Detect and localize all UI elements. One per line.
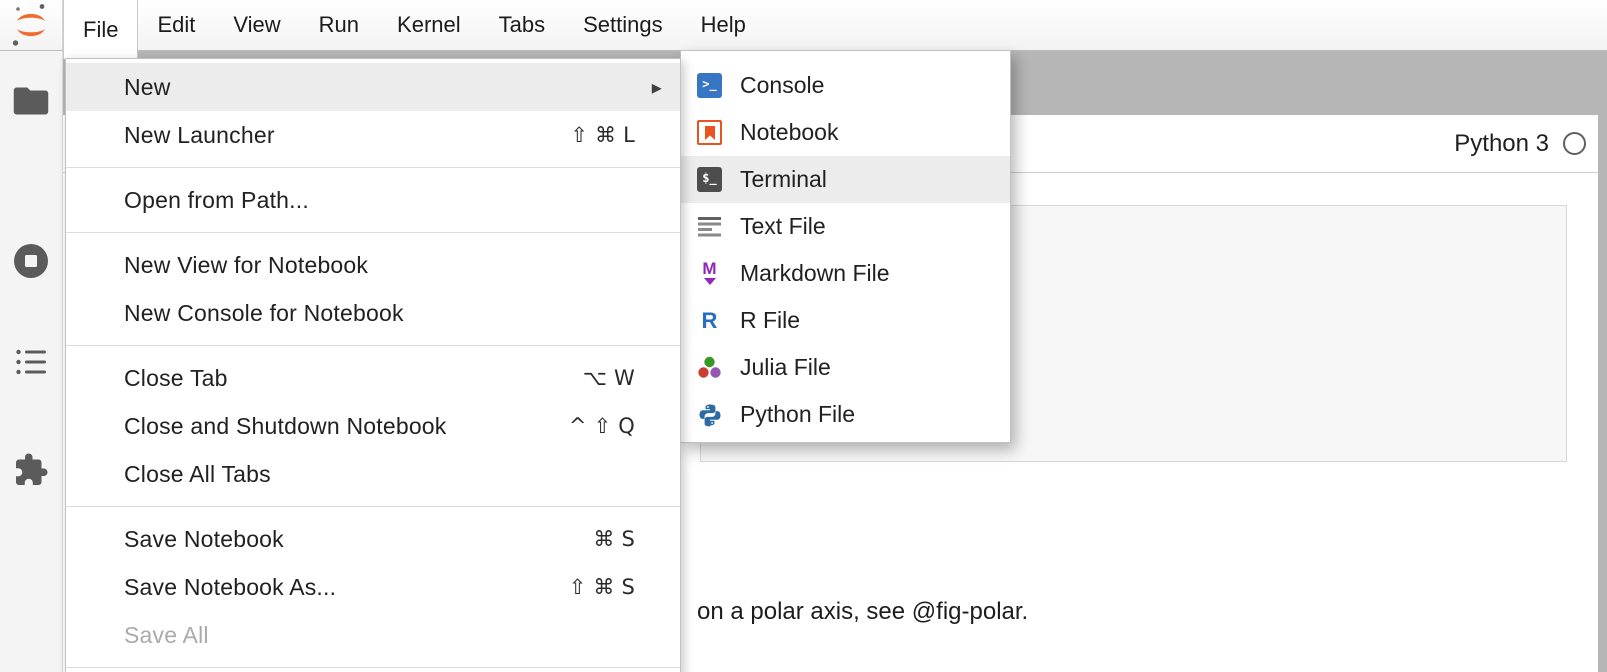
running-sessions-icon[interactable] <box>10 240 52 287</box>
menu-item-new-launcher[interactable]: New Launcher ⇧ ⌘ L <box>66 111 680 159</box>
menu-separator <box>66 345 680 346</box>
menu-item-open-from-path[interactable]: Open from Path... <box>66 176 680 224</box>
notebook-markdown-text: on a polar axis, see @fig-polar. <box>697 598 1028 626</box>
menu-settings[interactable]: Settings <box>564 0 682 50</box>
submenu-item-notebook[interactable]: Notebook <box>681 109 1010 156</box>
submenu-item-terminal[interactable]: $_ Terminal <box>681 156 1010 203</box>
shortcut-label: ⌥ W <box>583 366 635 390</box>
menu-item-close-tab[interactable]: Close Tab ⌥ W <box>66 354 680 402</box>
menu-item-close-all-tabs[interactable]: Close All Tabs <box>66 450 680 498</box>
shortcut-label: ^ ⇧ Q <box>569 414 635 438</box>
menu-item-save-notebook-as[interactable]: Save Notebook As... ⇧ ⌘ S <box>66 563 680 611</box>
menu-tabs[interactable]: Tabs <box>480 0 564 50</box>
table-of-contents-icon[interactable] <box>15 348 47 381</box>
menu-item-save-all: Save All <box>66 611 680 659</box>
menu-edit[interactable]: Edit <box>138 0 214 50</box>
menu-run[interactable]: Run <box>300 0 378 50</box>
markdown-icon: M <box>697 261 722 286</box>
jupyter-logo <box>0 0 63 50</box>
new-submenu: >_ Console Notebook $_ Terminal Text Fil… <box>680 50 1011 443</box>
menu-item-close-and-shutdown-notebook[interactable]: Close and Shutdown Notebook ^ ⇧ Q <box>66 402 680 450</box>
python-file-icon <box>697 402 722 427</box>
shortcut-label: ⇧ ⌘ S <box>569 575 635 599</box>
text-file-icon <box>697 214 722 239</box>
menu-separator <box>66 506 680 507</box>
kernel-status-icon[interactable] <box>1563 132 1586 155</box>
r-file-icon: R <box>697 308 722 333</box>
submenu-item-console[interactable]: >_ Console <box>681 62 1010 109</box>
menu-bar: File Edit View Run Kernel Tabs Settings … <box>0 0 1607 51</box>
menu-view[interactable]: View <box>214 0 299 50</box>
menu-separator <box>66 667 680 668</box>
menu-help[interactable]: Help <box>682 0 765 50</box>
submenu-arrow-icon: ▸ <box>652 75 662 99</box>
menu-separator <box>66 167 680 168</box>
menu-file[interactable]: File <box>63 0 138 59</box>
submenu-item-text-file[interactable]: Text File <box>681 203 1010 250</box>
activity-sidebar <box>0 50 63 672</box>
jupyterlab-window: Python 3 on a polar axis, see @fig-polar… <box>0 0 1607 672</box>
submenu-item-r-file[interactable]: R R File <box>681 297 1010 344</box>
submenu-item-julia-file[interactable]: Julia File <box>681 344 1010 391</box>
julia-file-icon <box>697 355 722 380</box>
terminal-icon: $_ <box>697 167 722 192</box>
shortcut-label: ⇧ ⌘ L <box>570 123 635 147</box>
menu-item-new[interactable]: New ▸ <box>66 63 680 111</box>
shortcut-label: ⌘ S <box>593 527 635 551</box>
submenu-item-python-file[interactable]: Python File <box>681 391 1010 438</box>
menu-separator <box>66 232 680 233</box>
notebook-icon <box>697 120 722 145</box>
submenu-item-markdown-file[interactable]: M Markdown File <box>681 250 1010 297</box>
menu-item-new-view-for-notebook[interactable]: New View for Notebook <box>66 241 680 289</box>
extension-manager-icon[interactable] <box>13 452 49 493</box>
folder-icon[interactable] <box>13 86 49 121</box>
menu-kernel[interactable]: Kernel <box>378 0 480 50</box>
kernel-name[interactable]: Python 3 <box>1454 130 1549 158</box>
menu-item-new-console-for-notebook[interactable]: New Console for Notebook <box>66 289 680 337</box>
menu-item-save-notebook[interactable]: Save Notebook ⌘ S <box>66 515 680 563</box>
right-panel-edge <box>1598 115 1607 672</box>
file-menu-dropdown: New ▸ New Launcher ⇧ ⌘ L Open from Path.… <box>65 58 681 672</box>
menu-bar-items: File Edit View Run Kernel Tabs Settings … <box>63 0 765 50</box>
console-icon: >_ <box>697 73 722 98</box>
